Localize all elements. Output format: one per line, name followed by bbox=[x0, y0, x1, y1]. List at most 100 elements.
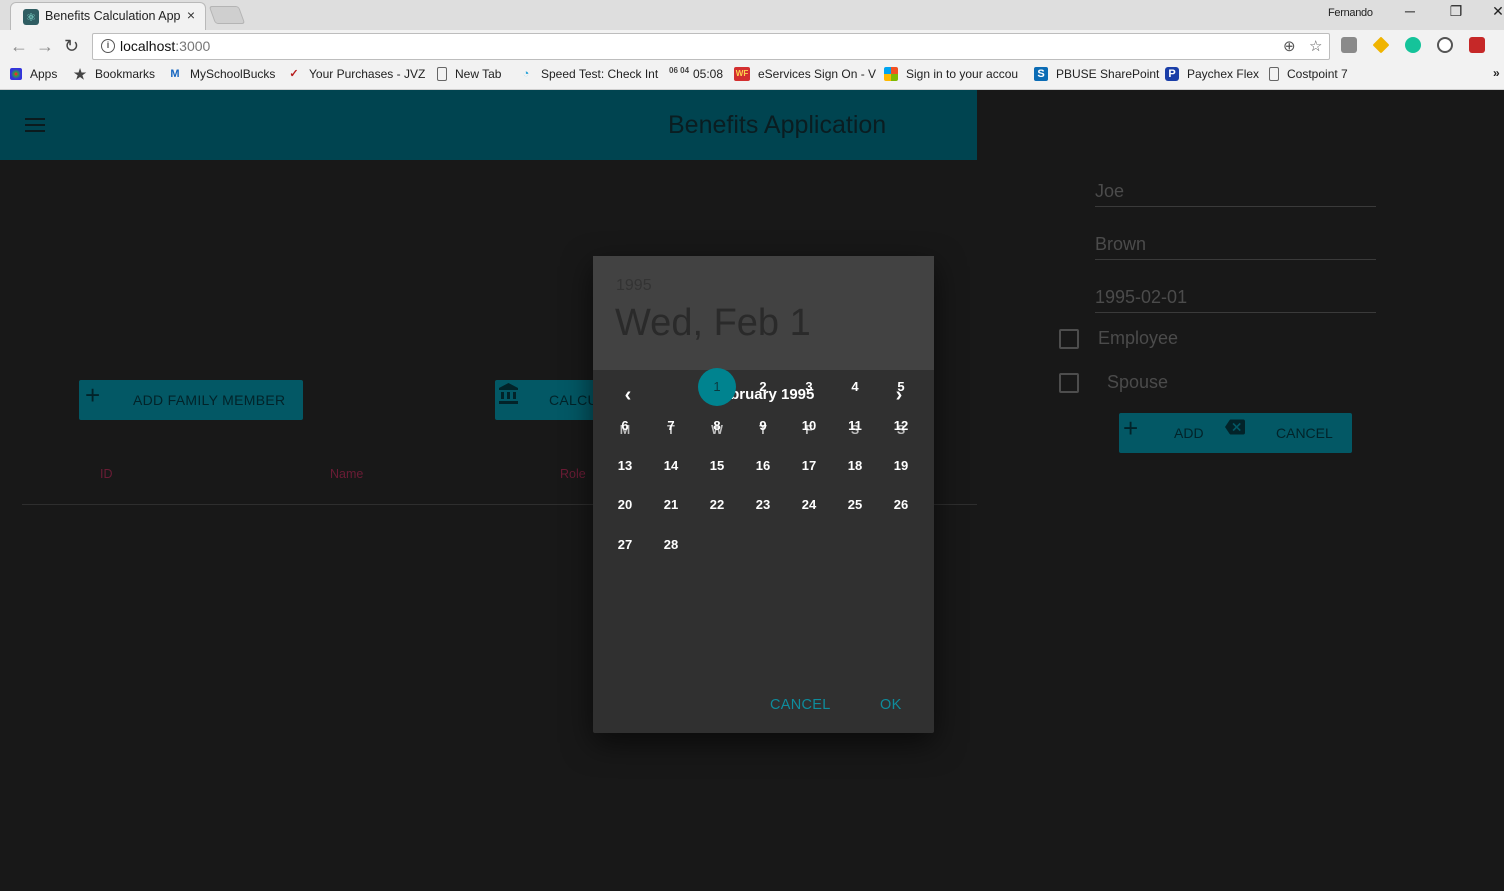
calendar-day[interactable]: 28 bbox=[652, 526, 690, 564]
menu-icon[interactable] bbox=[25, 118, 45, 132]
employee-checkbox[interactable] bbox=[1059, 328, 1079, 349]
calendar-day[interactable]: 8 bbox=[698, 407, 736, 445]
bookmark-myschoolbucks[interactable]: M MySchoolBucks bbox=[168, 67, 275, 81]
calendar-day[interactable]: 11 bbox=[836, 407, 874, 445]
app-root: Benefits Application + ADD FAMILY MEMBER… bbox=[0, 90, 1504, 891]
calendar-day[interactable]: 19 bbox=[882, 447, 920, 485]
bookmark-speed-test[interactable]: ◔ Speed Test: Check Int bbox=[519, 67, 659, 81]
calendar-day[interactable]: 6 bbox=[606, 407, 644, 445]
spouse-label: Spouse bbox=[1107, 372, 1169, 392]
date-of-birth-field[interactable]: 1995-02-01 bbox=[1095, 283, 1376, 313]
bookmark-paychex[interactable]: P Paychex Flex bbox=[1165, 67, 1259, 81]
url-text[interactable]: localhost:3000 bbox=[120, 38, 210, 54]
star-icon: ★ bbox=[73, 66, 87, 82]
calendar-day[interactable]: 18 bbox=[836, 447, 874, 485]
profile-name[interactable]: Fernando bbox=[1328, 7, 1373, 19]
employee-label: Employee bbox=[1098, 328, 1179, 348]
bookmark-costpoint[interactable]: Costpoint 7 bbox=[1269, 67, 1348, 81]
back-icon[interactable]: ← bbox=[10, 36, 28, 57]
minimize-icon[interactable]: ─ bbox=[1400, 3, 1420, 19]
page-icon bbox=[437, 67, 447, 81]
calendar-day[interactable]: 13 bbox=[606, 447, 644, 485]
date-picker-year[interactable]: 1995 bbox=[616, 277, 652, 295]
grammarly-icon[interactable] bbox=[1405, 37, 1421, 53]
microsoft-icon bbox=[884, 67, 898, 81]
sync-extension-icon[interactable] bbox=[1437, 37, 1453, 53]
bookmark-eservices[interactable]: WF eServices Sign On - V bbox=[734, 67, 876, 81]
calendar-day[interactable]: 27 bbox=[606, 526, 644, 564]
calendar-day[interactable]: 26 bbox=[882, 486, 920, 524]
zoom-icon[interactable]: ⊕ bbox=[1283, 37, 1296, 55]
calendar-day[interactable]: 10 bbox=[790, 407, 828, 445]
bookmarks-bar: Apps ★ Bookmarks M MySchoolBucks ✓ Your Pur… bbox=[0, 62, 1504, 89]
drive-extension-icon[interactable] bbox=[1372, 36, 1390, 54]
add-family-member-button[interactable]: + ADD FAMILY MEMBER bbox=[79, 380, 303, 420]
date-picker-ok-button[interactable]: OK bbox=[880, 697, 902, 713]
add-button[interactable]: ADD bbox=[1174, 425, 1204, 441]
bookmark-clock[interactable]: 06 04 05:08 bbox=[669, 67, 723, 82]
address-bar[interactable]: i localhost:3000 ⊕ ☆ bbox=[92, 33, 1330, 60]
star-icon[interactable]: ☆ bbox=[1309, 37, 1322, 55]
calendar-day[interactable]: 15 bbox=[698, 447, 736, 485]
browser-tab[interactable]: ⚛ Benefits Calculation App × bbox=[10, 2, 206, 30]
bookmark-new-tab[interactable]: New Tab bbox=[437, 67, 501, 81]
calendar-day[interactable]: 9 bbox=[744, 407, 782, 445]
bookmark-bookmarks[interactable]: ★ Bookmarks bbox=[73, 67, 155, 81]
reload-icon[interactable]: ↻ bbox=[64, 36, 79, 57]
form-cancel-button[interactable]: CANCEL bbox=[1276, 425, 1333, 441]
form-button-group: + ADD CANCEL bbox=[1119, 413, 1352, 453]
bookmark-pbuse[interactable]: S PBUSE SharePoint bbox=[1034, 67, 1159, 81]
calendar-day[interactable]: 12 bbox=[882, 407, 920, 445]
paychex-icon: P bbox=[1165, 67, 1179, 81]
calendar-day[interactable]: 23 bbox=[744, 486, 782, 524]
myschoolbucks-icon: M bbox=[170, 68, 180, 80]
wellsfargo-icon: WF bbox=[734, 67, 750, 81]
add-family-member-label: ADD FAMILY MEMBER bbox=[133, 392, 286, 408]
new-tab-button[interactable] bbox=[208, 6, 246, 24]
browser-chrome: ⚛ Benefits Calculation App × Fernando ─ … bbox=[0, 0, 1504, 90]
speedtest-icon: ◔ bbox=[522, 68, 530, 80]
table-header-role[interactable]: Role bbox=[560, 467, 586, 481]
info-icon[interactable]: i bbox=[101, 39, 115, 53]
calendar-day[interactable]: 4 bbox=[836, 368, 874, 406]
bookmarks-overflow-icon[interactable]: » bbox=[1493, 66, 1500, 80]
calendar-day[interactable]: 22 bbox=[698, 486, 736, 524]
calendar-day[interactable]: 21 bbox=[652, 486, 690, 524]
calendar-day[interactable]: 20 bbox=[606, 486, 644, 524]
spouse-checkbox-row[interactable]: Spouse bbox=[1059, 372, 1168, 393]
extension-icon[interactable] bbox=[1341, 37, 1357, 53]
restore-icon[interactable]: ❐ bbox=[1446, 3, 1466, 20]
date-picker-header: 1995 Wed, Feb 1 bbox=[593, 256, 934, 370]
table-header-id[interactable]: ID bbox=[100, 467, 113, 481]
forward-icon[interactable]: → bbox=[36, 36, 54, 57]
apps-grid-icon bbox=[10, 68, 22, 80]
calendar-day[interactable]: 16 bbox=[744, 447, 782, 485]
jvzoo-icon: ✓ bbox=[289, 68, 299, 80]
last-name-field[interactable]: Brown bbox=[1095, 230, 1376, 260]
calendar-day[interactable]: 2 bbox=[744, 368, 782, 406]
window-close-icon[interactable]: ✕ bbox=[1488, 3, 1504, 20]
date-picker-cancel-button[interactable]: CANCEL bbox=[770, 697, 831, 713]
backspace-icon bbox=[1225, 419, 1245, 435]
calendar-day[interactable]: 5 bbox=[882, 368, 920, 406]
sharepoint-icon: S bbox=[1034, 67, 1048, 81]
calendar-day[interactable]: 14 bbox=[652, 447, 690, 485]
calendar-day-selected[interactable]: 1 bbox=[698, 368, 736, 406]
red-extension-icon[interactable] bbox=[1469, 37, 1485, 53]
calendar-day[interactable]: 7 bbox=[652, 407, 690, 445]
calculate-button[interactable]: CALCULATE bbox=[495, 380, 605, 420]
bookmark-apps[interactable]: Apps bbox=[10, 67, 57, 81]
employee-checkbox-row[interactable]: Employee bbox=[1059, 328, 1178, 349]
spouse-checkbox[interactable] bbox=[1059, 372, 1079, 393]
plus-icon: + bbox=[1123, 413, 1139, 443]
calendar-day[interactable]: 3 bbox=[790, 368, 828, 406]
bookmark-sign-in[interactable]: Sign in to your accou bbox=[884, 67, 1018, 81]
tab-close-icon[interactable]: × bbox=[187, 7, 195, 23]
calendar-day[interactable]: 24 bbox=[790, 486, 828, 524]
table-header-name[interactable]: Name bbox=[330, 467, 363, 481]
bookmark-your-purchases[interactable]: ✓ Your Purchases - JVZ bbox=[287, 67, 425, 81]
first-name-field[interactable]: Joe bbox=[1095, 177, 1376, 207]
calendar-day[interactable]: 25 bbox=[836, 486, 874, 524]
date-picker-selected-date: Wed, Feb 1 bbox=[615, 302, 811, 344]
calendar-day[interactable]: 17 bbox=[790, 447, 828, 485]
